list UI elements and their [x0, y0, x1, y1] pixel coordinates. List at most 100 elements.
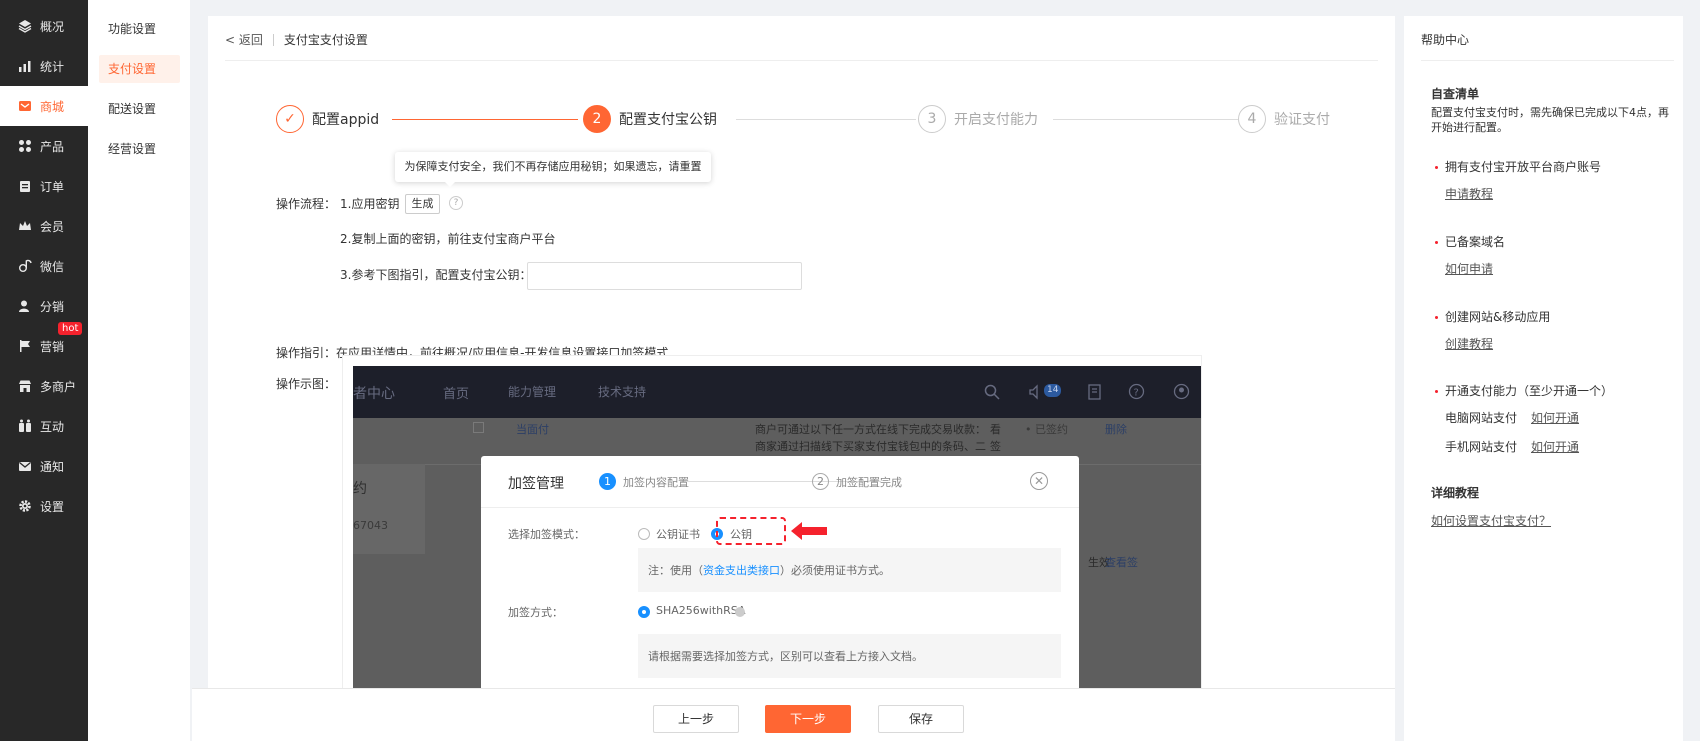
help-question-icon[interactable]: ? — [449, 196, 463, 210]
example-topbar: 者中心 首页 能力管理 技术支持 14 ? — [353, 366, 1201, 418]
sidebar-item-multi-merchant[interactable]: 多商户 — [0, 366, 88, 406]
dialog-title: 加签管理 — [508, 476, 564, 492]
example-badge: 14 — [1044, 384, 1062, 397]
step-label: 验证支付 — [1274, 112, 1330, 128]
step-connector — [736, 119, 916, 120]
sidebar-item-label: 微信 — [40, 259, 65, 274]
opt-cert-label: 公钥证书 — [656, 528, 700, 541]
sidebar-item-interaction[interactable]: 互动 — [0, 406, 88, 446]
checklist-item-2: 已备案域名 — [1445, 235, 1506, 249]
highlight-box — [716, 517, 786, 545]
main-sidebar: 概况 统计 商城 产品 订单 会员 微信 分销 营销 多商户 互动 通知 设置 … — [0, 0, 88, 741]
sidebar-item-label: 商城 — [40, 99, 65, 114]
radio-sha256 — [638, 606, 650, 618]
sidebar-item-shop[interactable]: 商城 — [0, 86, 88, 126]
example-bg-text: 商家通过扫描线下买家支付宝钱包中的条码、二 — [755, 440, 986, 453]
interact-icon — [18, 419, 32, 433]
step-number: 2 — [583, 105, 611, 133]
apply-tutorial-link[interactable]: 申请教程 — [1445, 186, 1493, 202]
note-text: 注：使用（资金支出类接口）必须使用证书方式。 — [648, 564, 890, 577]
tutorial-link[interactable]: 如何设置支付宝支付？ — [1431, 513, 1551, 529]
save-button[interactable]: 保存 — [878, 705, 964, 733]
dialog-step-label: 加签内容配置 — [623, 475, 689, 489]
page-title: 支付宝支付设置 — [283, 33, 368, 47]
tutorial-title: 详细教程 — [1431, 486, 1480, 500]
speaker-icon — [1029, 384, 1038, 400]
mail-icon — [18, 459, 32, 473]
dialog-note-2: 请根据需要选择加签方式，区别可以查看上方接入文档。 — [638, 634, 1061, 678]
flow-label: 操作流程： — [276, 197, 337, 211]
step-label: 配置appid — [312, 112, 380, 128]
note-text: 请根据需要选择加签方式，区别可以查看上方接入文档。 — [648, 650, 923, 663]
info-icon — [735, 607, 745, 617]
example-bg-text: 删除 — [1105, 423, 1127, 436]
bullet-dot — [1435, 390, 1438, 393]
sidebar-item-label: 多商户 — [40, 379, 77, 394]
example-label: 操作示图： — [276, 377, 337, 391]
dialog-step-2: 2 加签配置完成 — [812, 473, 902, 490]
subnav-item-delivery[interactable]: 配送设置 — [99, 95, 180, 123]
search-icon — [984, 384, 1000, 400]
sidebar-item-overview[interactable]: 概况 — [0, 6, 88, 46]
example-bg-text: 查看签 — [1105, 556, 1138, 569]
sidebar-item-orders[interactable]: 订单 — [0, 166, 88, 206]
flow-step3: 3.参考下图指引，配置支付宝公钥： — [340, 268, 532, 282]
step-label: 配置支付宝公钥 — [619, 112, 717, 128]
main-panel: < 返回 支付宝支付设置 ✓ 配置appid 2 配置支付宝公钥 3 开启支付能… — [208, 16, 1395, 741]
sidebar-item-label: 概况 — [40, 19, 65, 34]
sidebar-item-products[interactable]: 产品 — [0, 126, 88, 166]
step-number: 3 — [918, 105, 946, 133]
mobile-pay-link[interactable]: 如何开通 — [1531, 439, 1579, 455]
bullet-dot — [1435, 316, 1438, 319]
step-configure-public-key[interactable]: 2 配置支付宝公钥 — [583, 104, 717, 134]
sidebar-item-wechat[interactable]: 微信 — [0, 246, 88, 286]
help-circle-icon: ? — [1128, 383, 1145, 400]
checklist-title: 自查清单 — [1431, 87, 1480, 101]
dialog-step-label: 加签配置完成 — [836, 475, 902, 489]
bullet-dot — [1435, 241, 1438, 244]
step-enable-payment[interactable]: 3 开启支付能力 — [918, 104, 1038, 134]
left-arrow-icon — [791, 522, 827, 540]
step-configure-appid[interactable]: ✓ 配置appid — [276, 104, 379, 134]
pc-pay-link[interactable]: 如何开通 — [1531, 410, 1579, 426]
sidebar-item-label: 产品 — [40, 139, 65, 154]
guide-label: 操作指引： — [276, 346, 337, 360]
radio-cert — [638, 528, 650, 540]
next-step-button[interactable]: 下一步 — [765, 705, 851, 733]
sign-method-label: 加签方式： — [508, 606, 563, 619]
flow-step2: 2.复制上面的密钥，前往支付宝商户平台 — [340, 232, 556, 246]
sidebar-item-label: 通知 — [40, 459, 65, 474]
sidebar-item-label: 会员 — [40, 219, 65, 234]
example-bg-text: 看 — [990, 423, 1001, 436]
sidebar-item-stats[interactable]: 统计 — [0, 46, 88, 86]
example-checkbox — [473, 422, 484, 433]
sidebar-item-notify[interactable]: 通知 — [0, 446, 88, 486]
alipay-public-key-input[interactable] — [527, 262, 802, 290]
prev-step-button[interactable]: 上一步 — [653, 705, 739, 733]
document-icon — [1088, 384, 1101, 400]
sidebar-item-distribution[interactable]: 分销 — [0, 286, 88, 326]
help-panel: 帮助中心 自查清单 配置支付宝支付时，需先确保已完成以下4点，再开始进行配置。 … — [1404, 16, 1683, 741]
subnav-item-business[interactable]: 经营设置 — [99, 135, 180, 163]
subnav-item-function[interactable]: 功能设置 — [99, 15, 180, 43]
example-nav-support: 技术支持 — [598, 385, 647, 399]
step-verify-payment[interactable]: 4 验证支付 — [1238, 104, 1330, 134]
store-icon — [18, 379, 32, 393]
generate-key-button[interactable]: 生成 — [405, 194, 440, 214]
back-link[interactable]: < 返回 — [225, 30, 263, 50]
sidebar-item-settings[interactable]: 设置 — [0, 486, 88, 526]
crown-icon — [18, 219, 32, 233]
checklist-item-3: 创建网站&移动应用 — [1445, 310, 1551, 324]
subnav-item-payment[interactable]: 支付设置 — [99, 55, 180, 83]
step-label: 开启支付能力 — [954, 112, 1038, 128]
create-tutorial-link[interactable]: 创建教程 — [1445, 336, 1493, 352]
avatar-icon — [1173, 383, 1190, 400]
example-bg-text: 67043 — [353, 519, 388, 532]
checklist-desc: 配置支付宝支付时，需先确保已完成以下4点，再开始进行配置。 — [1431, 106, 1669, 134]
sidebar-item-label: 分销 — [40, 299, 65, 314]
sidebar-item-members[interactable]: 会员 — [0, 206, 88, 246]
gear-icon — [18, 499, 32, 513]
shop-icon — [18, 99, 32, 113]
sidebar-item-label: 互动 — [40, 419, 65, 434]
how-to-apply-link[interactable]: 如何申请 — [1445, 261, 1493, 277]
